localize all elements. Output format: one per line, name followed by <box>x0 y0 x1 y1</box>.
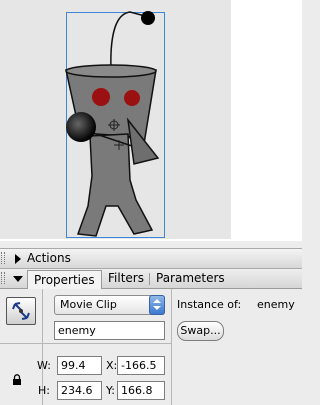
symbol-type-select[interactable]: Movie Clip <box>54 295 165 315</box>
tab-parameters[interactable]: Parameters <box>150 269 231 288</box>
antenna <box>110 11 146 71</box>
x-label: X: <box>106 359 118 372</box>
padlock-icon[interactable] <box>12 374 22 385</box>
y-field[interactable]: 166.8 <box>117 381 165 400</box>
antenna-ball <box>141 11 155 25</box>
y-label: Y: <box>106 384 115 397</box>
stage-area <box>0 0 302 241</box>
instance-of-value: enemy <box>257 298 295 311</box>
triangle-right-icon[interactable] <box>15 254 21 264</box>
symbol-type-value: Movie Clip <box>60 298 117 311</box>
swap-button[interactable]: Swap... <box>177 321 224 341</box>
instance-of-label: Instance of: <box>177 298 242 311</box>
tab-properties[interactable]: Properties <box>27 270 102 290</box>
chevron-updown-icon[interactable] <box>149 295 165 315</box>
right-eye <box>124 90 140 106</box>
properties-panel: Movie Clip enemy Instance of: enemy Swap… <box>0 289 302 405</box>
height-label: H: <box>38 384 50 397</box>
panel-grip[interactable] <box>1 272 5 284</box>
tab-filters[interactable]: Filters <box>102 269 150 288</box>
actions-label: Actions <box>27 251 71 265</box>
left-eye <box>92 88 110 106</box>
height-field[interactable]: 234.6 <box>57 381 102 400</box>
cannon-ball <box>66 112 96 142</box>
actions-panel-header[interactable]: Actions <box>0 248 302 269</box>
stage-canvas[interactable] <box>0 0 231 239</box>
triangle-down-icon[interactable] <box>13 276 23 282</box>
enemy-movie-clip[interactable] <box>0 0 231 239</box>
panel-grip[interactable] <box>1 252 5 264</box>
width-field[interactable]: 99.4 <box>57 356 102 375</box>
instance-name-input[interactable]: enemy <box>54 321 165 340</box>
x-field[interactable]: -166.5 <box>117 356 165 375</box>
head-rim <box>65 64 157 78</box>
width-label: W: <box>37 359 51 372</box>
properties-panel-header: Properties Filters Parameters <box>0 269 302 290</box>
movie-clip-symbol-icon <box>6 297 36 325</box>
